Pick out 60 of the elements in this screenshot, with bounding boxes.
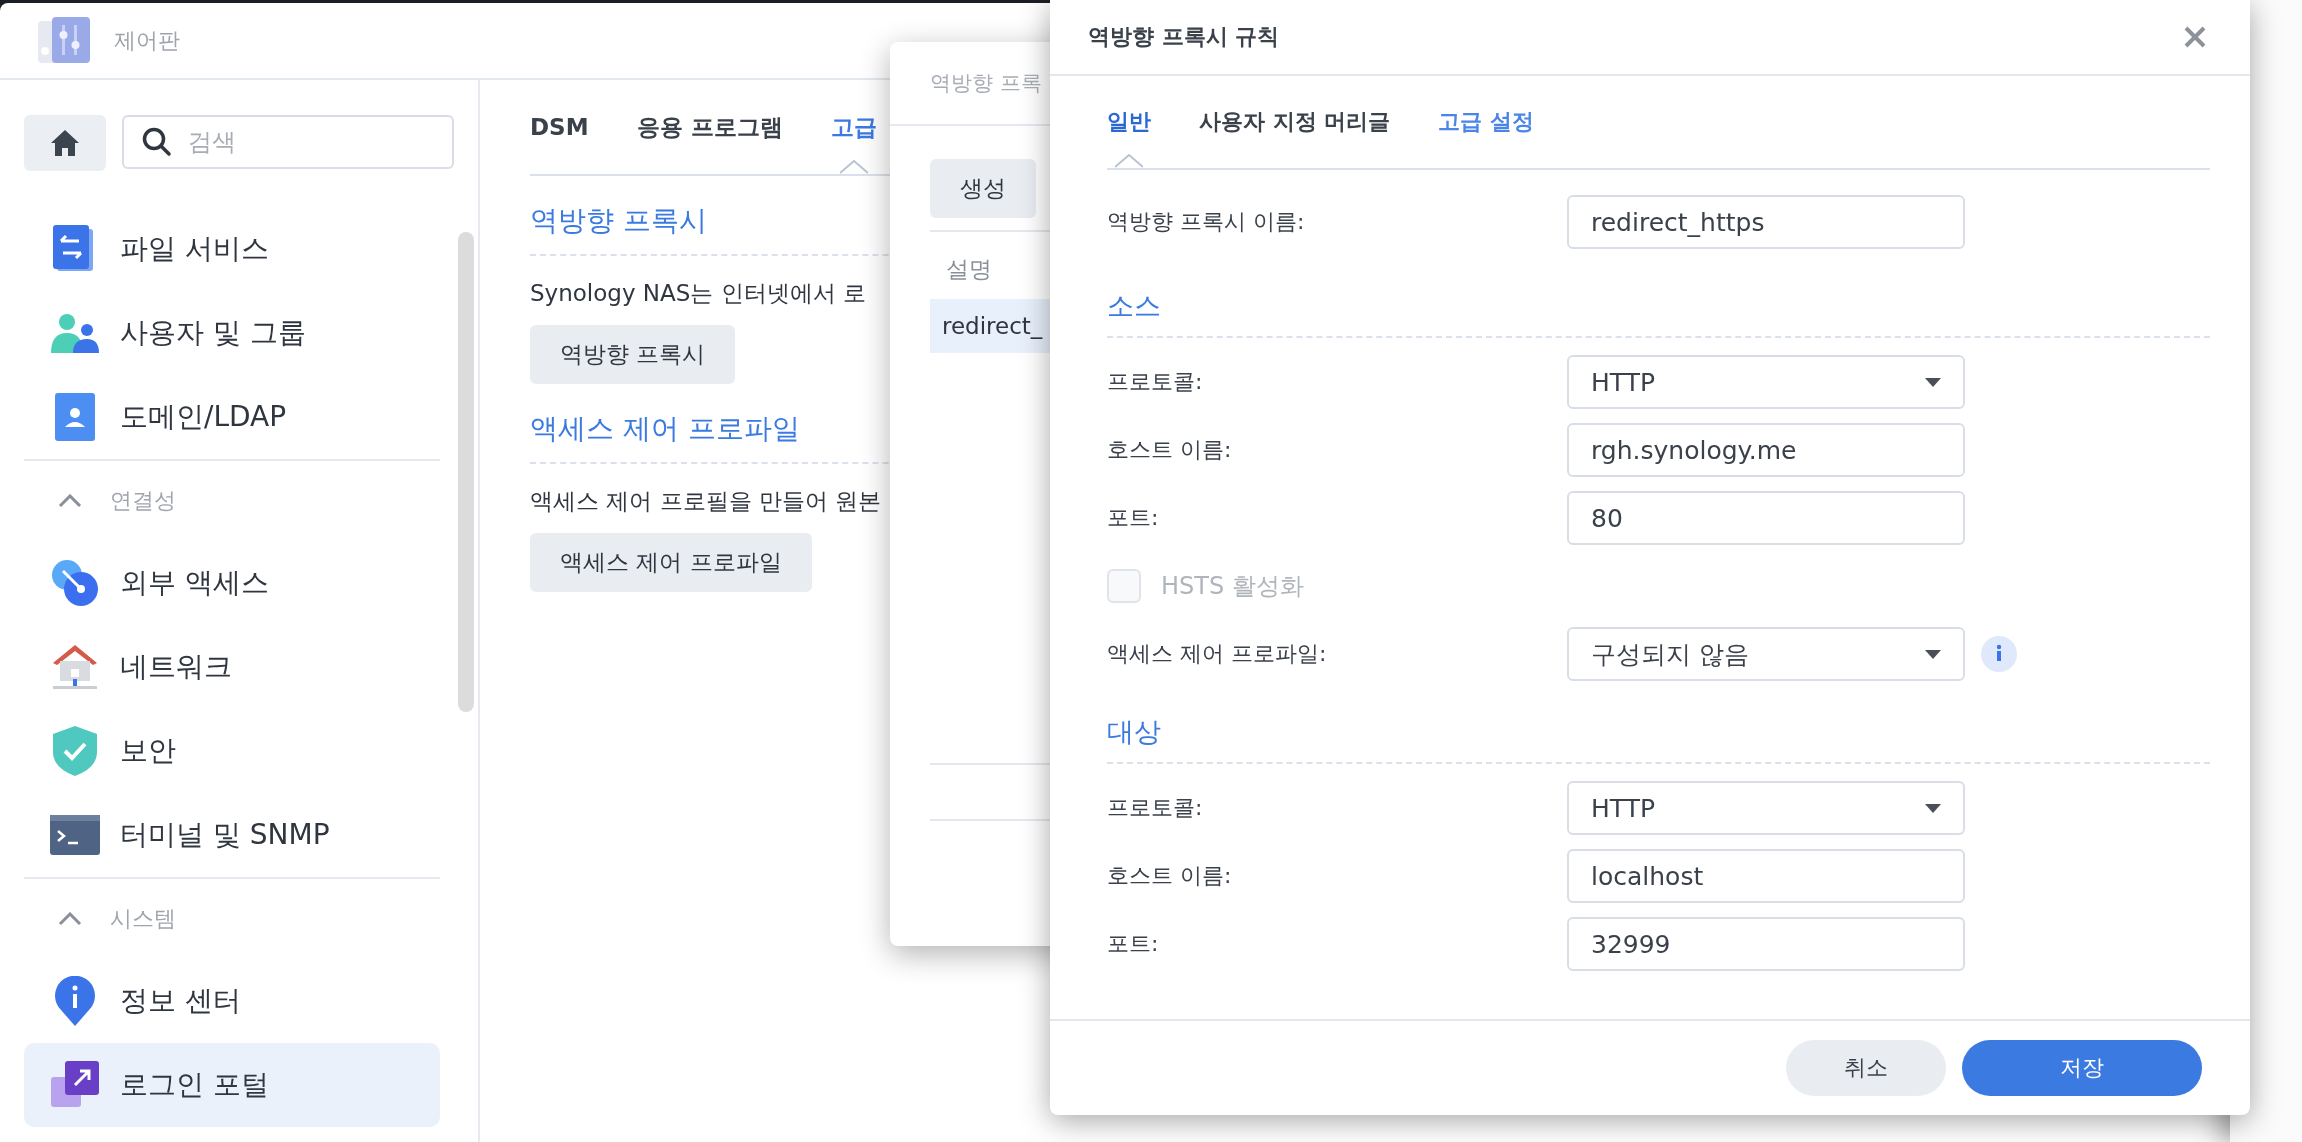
column-header: 설명 — [946, 256, 992, 282]
sidebar-item[interactable]: 터미널 및 SNMP — [24, 793, 440, 877]
field-label: 역방향 프록시 이름: — [1107, 208, 1306, 236]
input-field[interactable]: 80 — [1567, 491, 1965, 545]
scrollbar[interactable] — [458, 232, 474, 712]
house-network-icon — [50, 643, 100, 691]
search-icon — [142, 127, 172, 157]
field-label: 포트: — [1107, 504, 1160, 532]
input-field[interactable]: rgh.synology.me — [1567, 423, 1965, 477]
dropdown[interactable]: HTTP — [1567, 355, 1965, 409]
tab-pointer-icon — [839, 160, 868, 174]
section-button[interactable]: 역방향 프록시 — [530, 325, 736, 384]
info-icon[interactable] — [1981, 636, 2017, 672]
field-label: 프로토콜: — [1107, 368, 1204, 396]
sidebar-item[interactable]: 보안 — [24, 709, 440, 793]
tab-pointer-icon — [1115, 154, 1143, 168]
search-field[interactable]: 검색 — [122, 115, 454, 169]
sidebar-item[interactable]: 외부 액세스 — [24, 541, 440, 625]
caret-icon — [1925, 649, 1941, 659]
group-heading: 소스 — [1107, 262, 2210, 338]
input-field[interactable]: localhost — [1567, 849, 1965, 903]
users-icon — [50, 313, 100, 353]
description-text: Synology NAS는 인터넷에서 로 — [530, 279, 866, 308]
sidebar-item[interactable]: 로그인 포털 — [24, 1043, 440, 1127]
field-label: 호스트 이름: — [1107, 862, 1233, 890]
caret-icon — [1925, 377, 1941, 387]
field-label: 호스트 이름: — [1107, 436, 1233, 464]
sidebar-item[interactable]: 파일 서비스 — [24, 207, 440, 291]
external-link-icon — [50, 1061, 100, 1109]
checkbox-label: HSTS 활성화 — [1161, 571, 1304, 602]
tab[interactable]: 고급 — [830, 80, 877, 174]
save-button[interactable]: 저장 — [1962, 1040, 2202, 1096]
sidebar-item[interactable]: 정보 센터 — [24, 959, 440, 1043]
group-heading: 대상 — [1107, 688, 2210, 764]
input-field[interactable]: 32999 — [1567, 917, 1965, 971]
control-panel-icon — [38, 16, 90, 65]
window-title: 제어판 — [114, 26, 180, 55]
terminal-icon — [50, 815, 100, 855]
tab[interactable]: 고급 설정 — [1438, 76, 1534, 168]
home-icon — [50, 129, 80, 157]
sidebar-item[interactable]: 사용자 및 그룹 — [24, 291, 440, 375]
dropdown[interactable]: 구성되지 않음 — [1567, 627, 1965, 681]
sidebar-item[interactable]: 네트워크 — [24, 625, 440, 709]
caret-icon — [1925, 803, 1941, 813]
field-label: 액세스 제어 프로파일: — [1107, 640, 1328, 668]
create-button[interactable]: 생성 — [930, 159, 1036, 218]
tab[interactable]: 응용 프로그램 — [636, 80, 783, 174]
cancel-button[interactable]: 취소 — [1786, 1040, 1946, 1096]
close-icon — [2184, 26, 2206, 48]
home-button[interactable] — [24, 115, 106, 171]
field-label: 포트: — [1107, 930, 1160, 958]
shield-check-icon — [50, 726, 100, 776]
field-label: 프로토콜: — [1107, 794, 1204, 822]
tab[interactable]: DSM — [530, 80, 589, 174]
sidebar-item[interactable]: 도메인/LDAP — [24, 375, 440, 459]
input-field[interactable]: redirect_https — [1567, 195, 1965, 249]
dropdown[interactable]: HTTP — [1567, 781, 1965, 835]
description-text: 액세스 제어 프로필을 만들어 원본 — [530, 487, 882, 516]
section-button[interactable]: 액세스 제어 프로파일 — [530, 533, 812, 592]
globe-icon — [50, 559, 100, 607]
